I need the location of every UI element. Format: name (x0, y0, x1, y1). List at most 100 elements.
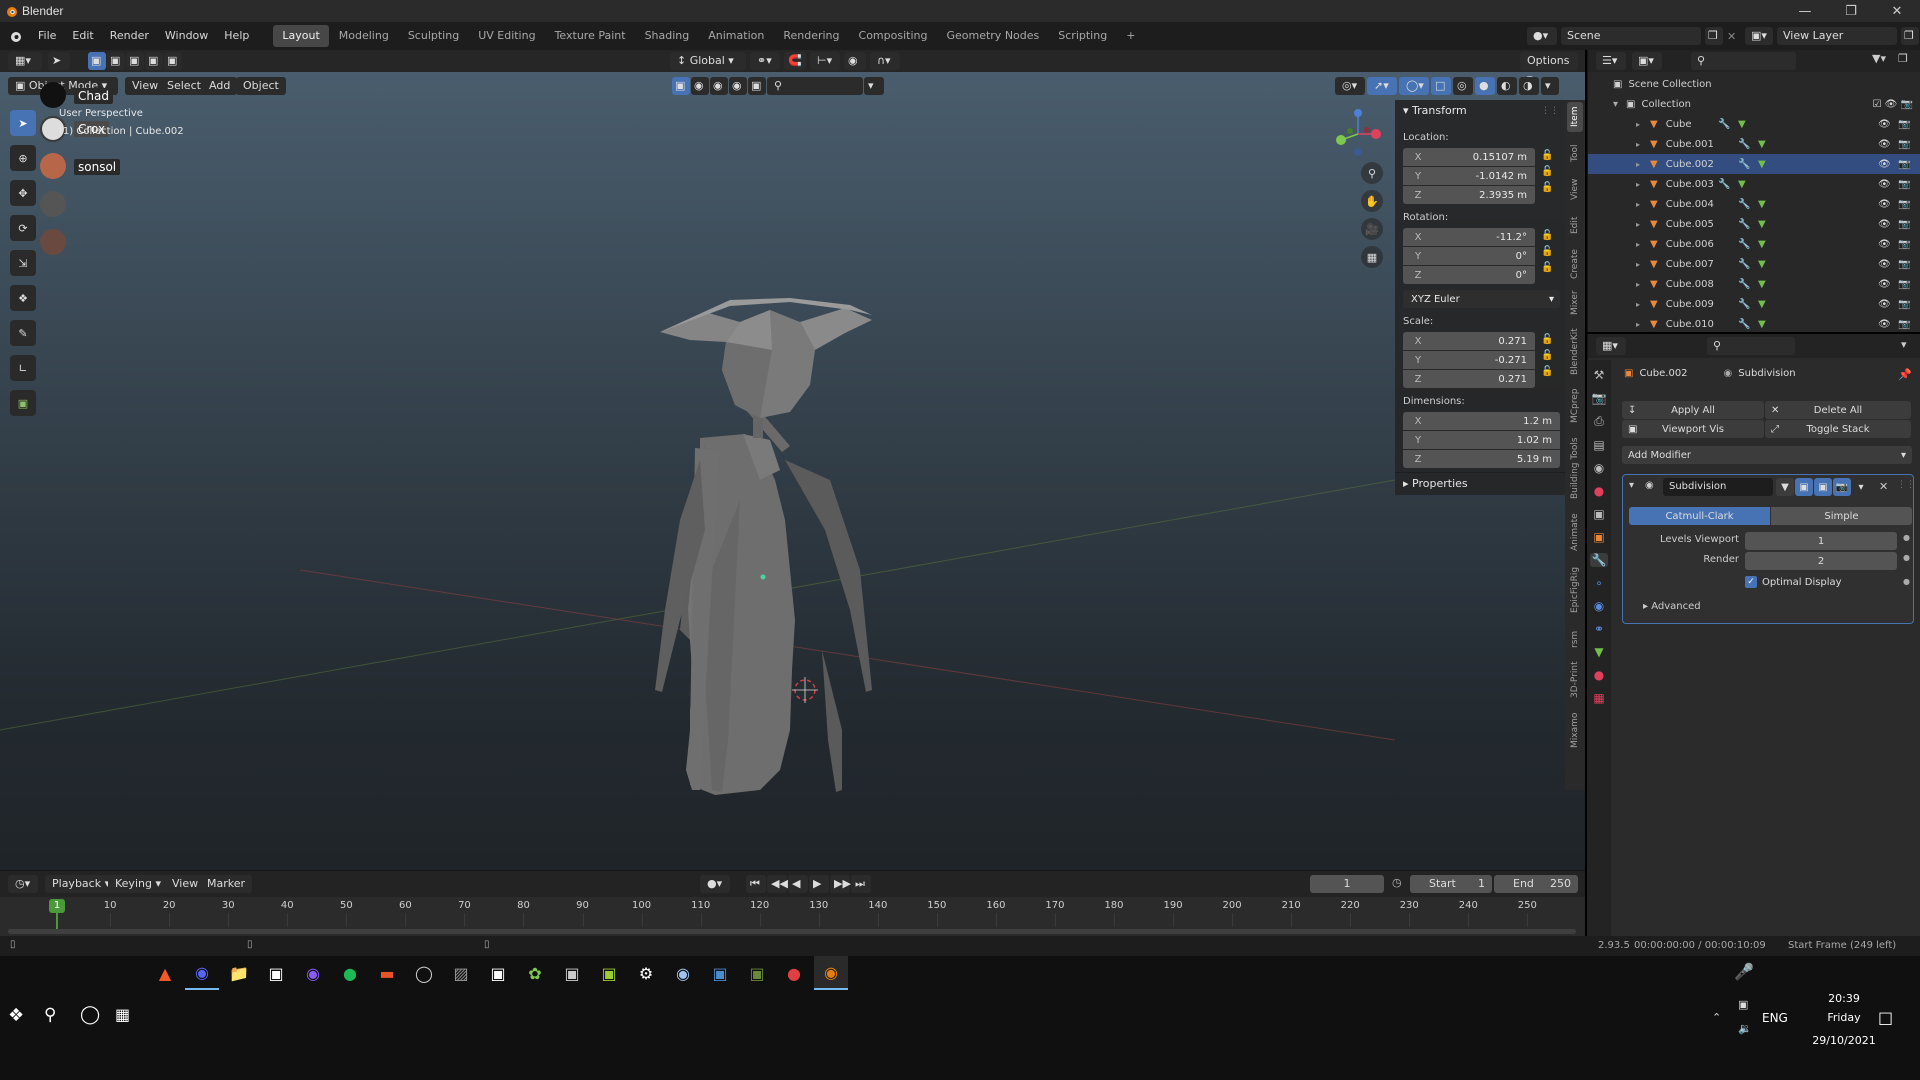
rotation-y-field[interactable]: Y 0° (1403, 247, 1535, 265)
tab-compositing[interactable]: Compositing (850, 25, 937, 47)
close-icon[interactable]: ✕ (1874, 0, 1920, 22)
menu-edit[interactable]: Edit (64, 22, 101, 50)
lock-icon[interactable]: 🔓 (1541, 182, 1553, 193)
tab-blenderkit[interactable]: BlenderKit (1567, 324, 1583, 380)
outliner-object-row[interactable]: ▸ ▼ Cube.004 🔧 ▼ 👁 📷 (1588, 194, 1920, 214)
scale-x-field[interactable]: X 0.271 (1403, 332, 1535, 350)
simple-toggle[interactable]: Simple (1771, 507, 1912, 525)
scene-name-field[interactable]: Scene (1561, 27, 1701, 45)
app-icon[interactable]: ● (777, 956, 811, 990)
collection-row[interactable]: ▾ ▣ Collection ☑ 👁 📷 (1588, 94, 1920, 114)
mesh-data-icon[interactable]: ▼ (1738, 119, 1746, 130)
outliner-object-row[interactable]: ▸ ▼ Cube.007 🔧 ▼ 👁 📷 (1588, 254, 1920, 274)
add-workspace-icon[interactable]: + (1117, 25, 1144, 47)
catmull-clark-toggle[interactable]: Catmull-Clark (1629, 507, 1770, 525)
tab-modeling[interactable]: Modeling (330, 25, 398, 47)
eye-icon[interactable]: 👁 (1878, 199, 1891, 210)
modifier-wrench-icon[interactable]: 🔧 (1738, 159, 1750, 170)
mesh-data-icon[interactable]: ▼ (1758, 139, 1766, 150)
editor-type-icon[interactable]: ▦▾ (1596, 337, 1626, 355)
editor-type-icon[interactable]: ☰▾ (1596, 52, 1626, 70)
discord-icon[interactable]: ◉ (185, 956, 219, 990)
mesh-data-icon[interactable]: ▼ (1758, 319, 1766, 330)
expand-arrow-icon[interactable]: ▸ (1636, 140, 1640, 149)
material-tab-icon[interactable]: ● (1594, 668, 1604, 682)
realtime-icon[interactable]: ▣ (1814, 478, 1832, 496)
new-collection-icon[interactable]: ❐ (1898, 52, 1908, 65)
language-indicator[interactable]: ENG (1762, 1011, 1788, 1025)
camera-render-icon[interactable]: 📷 (1898, 139, 1910, 150)
tab-tool[interactable]: Tool (1567, 138, 1583, 168)
checkbox-icon[interactable]: ☑ 👁 📷 (1873, 99, 1913, 110)
camera-render-icon[interactable]: 📷 (1898, 219, 1910, 230)
eye-icon[interactable]: 👁 (1878, 139, 1891, 150)
lock-icon[interactable]: 🔓 (1541, 334, 1553, 345)
location-y-field[interactable]: Y -1.0142 m (1403, 167, 1535, 185)
menu-keying[interactable]: Keying ▾ (108, 875, 168, 893)
xray-icon[interactable]: □ (1431, 77, 1451, 95)
collection-tab-icon[interactable]: ▣ (1593, 507, 1604, 521)
tab-sculpting[interactable]: Sculpting (399, 25, 468, 47)
camera-render-icon[interactable]: 📷 (1898, 299, 1910, 310)
modifier-wrench-icon[interactable]: 🔧 (1738, 239, 1750, 250)
view-layer-tab-icon[interactable]: ▤ (1593, 438, 1604, 452)
tab-layout[interactable]: Layout (273, 25, 329, 47)
zoom-icon[interactable]: ⚲ (1361, 162, 1383, 184)
mesh-data-icon[interactable]: ▼ (1758, 159, 1766, 170)
render-tab-icon[interactable]: 📷 (1592, 391, 1607, 405)
notifications-icon[interactable]: □ (1878, 1008, 1893, 1027)
expand-arrow-icon[interactable]: ▸ (1636, 160, 1640, 169)
jump-end-icon[interactable]: ⏭ (851, 875, 871, 893)
expand-arrow-icon[interactable]: ▸ (1636, 280, 1640, 289)
menu-file[interactable]: File (30, 22, 64, 50)
outliner-object-row[interactable]: ▸ ▼ Cube.008 🔧 ▼ 👁 📷 (1588, 274, 1920, 294)
filter-icon[interactable]: ▼▾ (1872, 52, 1886, 65)
edit-mode-icon[interactable]: ▣ (1795, 478, 1813, 496)
clock-time[interactable]: 20:39 (1814, 992, 1874, 1005)
menu-window[interactable]: Window (157, 22, 216, 50)
3d-cursor-icon[interactable] (792, 677, 818, 703)
tab-scripting[interactable]: Scripting (1049, 25, 1116, 47)
minimize-icon[interactable]: — (1782, 0, 1828, 22)
expand-arrow-icon[interactable]: ▸ (1636, 240, 1640, 249)
spotify-icon[interactable]: ● (333, 956, 367, 990)
apply-all-button[interactable]: ↧ Apply All (1622, 401, 1764, 419)
blender-icon[interactable]: ◉ (814, 956, 848, 990)
solid-shading-icon[interactable]: ● (1475, 77, 1495, 95)
camera-render-icon[interactable]: 📷 (1898, 159, 1910, 170)
dimension-z-field[interactable]: Z 5.19 m (1403, 450, 1560, 468)
modifier-wrench-icon[interactable]: 🔧 (1738, 199, 1750, 210)
camera-render-icon[interactable]: 📷 (1898, 119, 1910, 130)
options-chevron-icon[interactable]: ▾ (1901, 338, 1907, 351)
tab-shading[interactable]: Shading (636, 25, 699, 47)
camera-render-icon[interactable]: 📷 (1898, 179, 1910, 190)
app-icon[interactable]: ▣ (703, 956, 737, 990)
extra-dropdown-icon[interactable]: ▾ (1852, 478, 1870, 496)
modifier-name-field[interactable]: Subdivision (1663, 478, 1773, 496)
outliner-object-row[interactable]: ▸ ▼ Cube.006 🔧 ▼ 👁 📷 (1588, 234, 1920, 254)
new-scene-icon[interactable]: ❐ (1705, 27, 1723, 45)
options-dropdown[interactable]: Options ▾ (1520, 52, 1578, 85)
camera-render-icon[interactable]: 📷 (1898, 279, 1910, 290)
rotation-mode-select[interactable]: XYZ Euler ▾ (1403, 290, 1560, 308)
drag-handle-icon[interactable]: ⋮⋮ (1541, 106, 1559, 116)
modifier-wrench-icon[interactable]: 🔧 (1738, 259, 1750, 270)
physics-tab-icon[interactable]: ◉ (1594, 599, 1604, 613)
settings-icon[interactable]: ⚙ (629, 956, 663, 990)
browser-icon[interactable]: ◉ (296, 956, 330, 990)
restore-icon[interactable]: ❐ (1828, 0, 1874, 22)
modifier-wrench-icon[interactable]: 🔧 (1738, 299, 1750, 310)
eye-icon[interactable]: 👁 (1878, 299, 1891, 310)
tab-geometry-nodes[interactable]: Geometry Nodes (937, 25, 1048, 47)
blender-menu-icon[interactable] (0, 30, 30, 43)
camera-icon[interactable]: 🎥 (1361, 218, 1383, 240)
object-tab-icon[interactable]: ▣ (1593, 530, 1604, 544)
mesh-data-icon[interactable]: ▼ (1758, 239, 1766, 250)
lock-icon[interactable]: 🔓 (1541, 366, 1553, 377)
lock-icon[interactable]: 🔓 (1541, 150, 1553, 161)
eye-icon[interactable]: 👁 (1878, 279, 1891, 290)
mesh-data-icon[interactable]: ▼ (1758, 199, 1766, 210)
new-view-layer-icon[interactable]: ❐ (1901, 27, 1919, 45)
viewport-vis-button[interactable]: ▣ Viewport Vis (1622, 420, 1764, 438)
task-view-icon[interactable]: ▦ (115, 1005, 130, 1024)
